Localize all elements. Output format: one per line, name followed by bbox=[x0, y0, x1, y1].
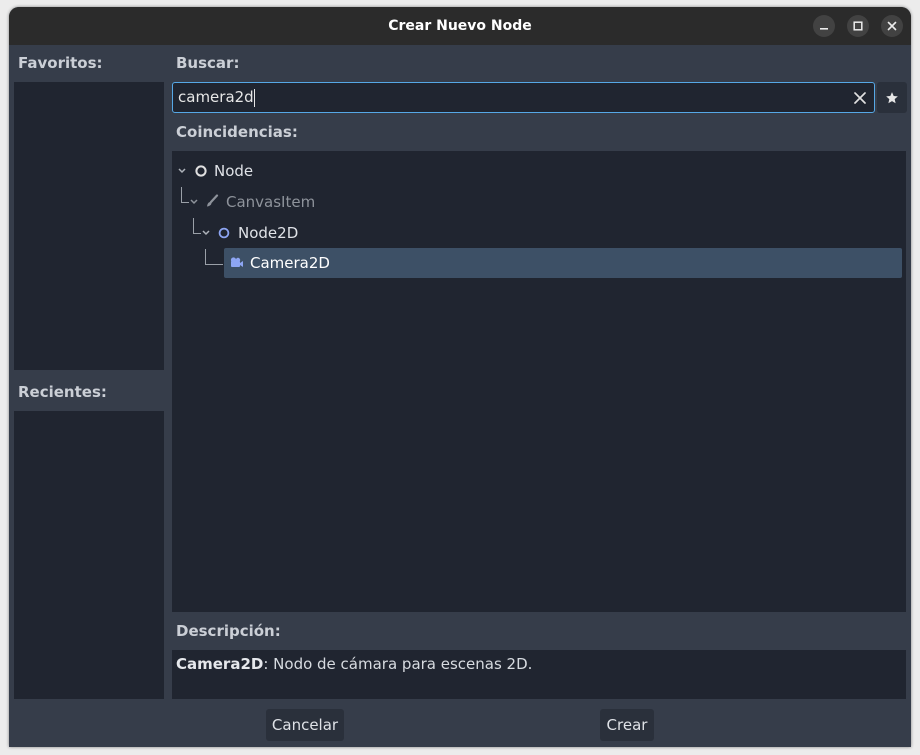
camera-icon bbox=[230, 257, 243, 267]
matches-label: Coincidencias: bbox=[176, 123, 298, 141]
search-input-value: camera2d bbox=[178, 88, 254, 106]
node2d-circle-icon bbox=[218, 227, 230, 239]
favorite-toggle-button[interactable] bbox=[877, 82, 907, 113]
favorites-label: Favoritos: bbox=[18, 54, 103, 72]
tree-item-node[interactable]: Node bbox=[172, 156, 906, 186]
tree-item-label: Node2D bbox=[238, 224, 299, 242]
description-label: Descripción: bbox=[176, 622, 281, 640]
minimize-button[interactable] bbox=[813, 15, 835, 37]
title-bar: Crear Nuevo Node bbox=[9, 7, 911, 45]
recents-label: Recientes: bbox=[18, 383, 107, 401]
tree-item-node2d[interactable]: Node2D bbox=[172, 218, 906, 248]
maximize-icon bbox=[853, 21, 863, 31]
description-body: : Nodo de cámara para escenas 2D. bbox=[263, 655, 533, 673]
close-button[interactable] bbox=[881, 15, 903, 37]
create-node-dialog: Crear Nuevo Node Favoritos: Recientes: B… bbox=[9, 7, 911, 747]
description-text: Camera2D: Nodo de cámara para escenas 2D… bbox=[176, 655, 532, 673]
tree-guide-line bbox=[205, 249, 206, 265]
node-circle-icon bbox=[195, 165, 207, 177]
tree-item-label: CanvasItem bbox=[226, 193, 316, 211]
chevron-down-icon[interactable] bbox=[177, 167, 187, 175]
clear-icon bbox=[854, 92, 866, 104]
brush-icon bbox=[207, 194, 219, 207]
tree-item-canvasitem[interactable]: CanvasItem bbox=[172, 187, 906, 217]
recents-list[interactable] bbox=[14, 411, 164, 699]
close-icon bbox=[887, 21, 897, 31]
star-icon bbox=[886, 91, 898, 103]
tree-guide-line bbox=[205, 264, 223, 265]
chevron-down-icon[interactable] bbox=[201, 229, 211, 237]
maximize-button[interactable] bbox=[847, 15, 869, 37]
favorites-list[interactable] bbox=[14, 82, 164, 370]
clear-search-button[interactable] bbox=[851, 89, 869, 107]
description-class-name: Camera2D bbox=[176, 655, 264, 673]
tree-item-label: Node bbox=[214, 162, 254, 180]
text-caret bbox=[254, 89, 255, 107]
create-button[interactable]: Crear bbox=[600, 709, 654, 741]
chevron-down-icon[interactable] bbox=[189, 198, 199, 206]
window-title: Crear Nuevo Node bbox=[388, 18, 532, 34]
cancel-button[interactable]: Cancelar bbox=[266, 709, 344, 741]
tree-item-camera2d[interactable]: Camera2D bbox=[224, 248, 902, 278]
search-input[interactable]: camera2d bbox=[172, 82, 875, 113]
tree-item-label: Camera2D bbox=[250, 254, 330, 272]
search-label: Buscar: bbox=[176, 54, 240, 72]
minimize-icon bbox=[820, 28, 828, 30]
